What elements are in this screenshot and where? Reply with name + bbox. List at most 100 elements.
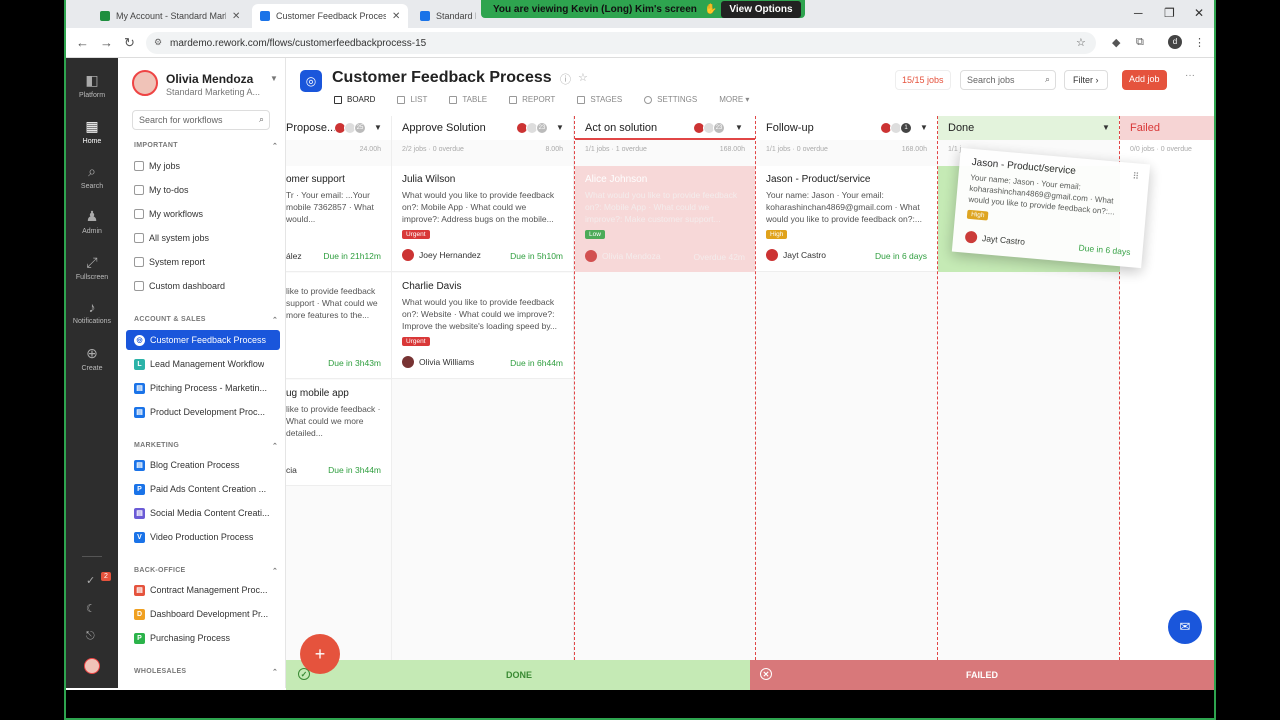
column-header[interactable]: Approve Solution 23 ▼ bbox=[392, 116, 573, 140]
chevron-down-icon[interactable]: ▼ bbox=[920, 123, 928, 132]
sidebar-item-social-media[interactable]: ▤ Social Media Content Creati... bbox=[134, 503, 280, 523]
chevron-down-icon[interactable]: ▼ bbox=[735, 123, 743, 132]
sidebar-item-custom-dashboard[interactable]: Custom dashboard bbox=[134, 276, 280, 296]
user-avatar[interactable] bbox=[84, 658, 100, 674]
column-header[interactable]: Act on solution 23 ▼ bbox=[575, 116, 755, 140]
user-name[interactable]: Olivia Mendoza bbox=[166, 72, 253, 86]
star-icon[interactable]: ☆ bbox=[578, 71, 588, 84]
sidebar-item-my-jobs[interactable]: My jobs bbox=[134, 156, 280, 176]
close-icon[interactable]: ✕ bbox=[232, 11, 240, 22]
site-info-icon[interactable]: ⚙ bbox=[154, 37, 162, 48]
section-marketing[interactable]: MARKETING ⌃ bbox=[134, 442, 278, 450]
minimize-icon[interactable]: ─ bbox=[1134, 6, 1143, 20]
search-jobs-input[interactable]: Search jobs ⌕ bbox=[960, 70, 1056, 90]
browser-tab[interactable]: Standard M bbox=[412, 4, 484, 28]
tab-more[interactable]: MORE ▾ bbox=[719, 95, 749, 104]
dashboard-icon bbox=[134, 281, 144, 291]
close-icon[interactable]: ✕ bbox=[392, 11, 400, 22]
user-avatar[interactable] bbox=[132, 70, 158, 96]
column-header[interactable]: Done ▼ bbox=[938, 116, 1119, 140]
board-column: Propose... 25 ▼ 24.00h omer support Tr ·… bbox=[286, 116, 392, 660]
chat-support-icon[interactable]: ✉ bbox=[1168, 610, 1202, 644]
chevron-down-icon[interactable]: ▼ bbox=[270, 74, 278, 83]
sidebar-item-lead-management[interactable]: L Lead Management Workflow bbox=[134, 354, 280, 374]
logout-icon[interactable]: ⎋ bbox=[86, 630, 95, 643]
column-header[interactable]: Failed bbox=[1120, 116, 1214, 140]
job-card[interactable]: Charlie Davis What would you like to pro… bbox=[392, 273, 573, 379]
job-card-drop-placeholder[interactable]: Alice Johnson What would you like to pro… bbox=[575, 166, 755, 272]
rail-search[interactable]: ⌕ Search bbox=[66, 163, 118, 190]
drag-handle-icon[interactable]: ⠿ bbox=[1132, 171, 1139, 183]
extensions-icon[interactable]: ⧉ bbox=[1136, 36, 1144, 49]
job-card[interactable]: Julia Wilson What would you like to prov… bbox=[392, 166, 573, 272]
view-options-button[interactable]: View Options bbox=[721, 0, 801, 18]
section-account-sales[interactable]: ACCOUNT & SALES ⌃ bbox=[134, 316, 278, 324]
tab-table[interactable]: TABLE bbox=[449, 95, 487, 104]
chevron-down-icon[interactable]: ▼ bbox=[1102, 123, 1110, 132]
add-job-button[interactable]: Add job bbox=[1122, 70, 1167, 90]
workflow-search-input[interactable]: Search for workflows ⌕ bbox=[132, 110, 270, 130]
sidebar-item-my-workflows[interactable]: My workflows bbox=[134, 204, 280, 224]
reload-icon[interactable]: ↻ bbox=[124, 35, 135, 51]
column-header[interactable]: Follow-up 1 ▼ bbox=[756, 116, 937, 140]
url-field[interactable]: ⚙ mardemo.rework.com/flows/customerfeedb… bbox=[146, 32, 1096, 54]
tab-list[interactable]: LIST bbox=[397, 95, 427, 104]
tab-report[interactable]: REPORT bbox=[509, 95, 555, 104]
profile-avatar[interactable]: d bbox=[1168, 35, 1182, 49]
job-card[interactable]: ug mobile app like to provide feedback ·… bbox=[286, 380, 391, 486]
sidebar-item-dashboard-development[interactable]: D Dashboard Development Pr... bbox=[134, 604, 280, 624]
rail-notifications[interactable]: ♪ Notifications bbox=[66, 299, 118, 325]
job-card[interactable]: Jason - Product/service Your name: Jason… bbox=[756, 166, 937, 272]
sidebar-item-system-report[interactable]: System report bbox=[134, 252, 280, 272]
todo-icon bbox=[134, 185, 144, 195]
more-options-icon[interactable]: ··· bbox=[1185, 70, 1195, 81]
sidebar-item-contract-management[interactable]: ▤ Contract Management Proc... bbox=[134, 580, 280, 600]
section-back-office[interactable]: BACK-OFFICE ⌃ bbox=[134, 567, 278, 575]
rail-fullscreen[interactable]: ⤢ Fullscreen bbox=[66, 254, 118, 281]
rail-create[interactable]: ⊕ Create bbox=[66, 345, 118, 372]
filter-button[interactable]: Filter › bbox=[1064, 70, 1108, 90]
rail-platform[interactable]: ◧ Platform bbox=[66, 72, 118, 99]
search-placeholder: Search for workflows bbox=[139, 115, 223, 125]
tab-label: MORE bbox=[719, 95, 744, 104]
failed-drop-zone[interactable]: ✕ FAILED bbox=[750, 660, 1214, 690]
chevron-down-icon[interactable]: ▼ bbox=[556, 123, 564, 132]
dragged-job-card[interactable]: Jason - Product/service Your name: Jason… bbox=[951, 147, 1151, 269]
moon-icon[interactable]: ☾ bbox=[86, 602, 96, 615]
create-job-fab[interactable]: + bbox=[300, 634, 340, 674]
restore-icon[interactable]: ❐ bbox=[1164, 6, 1175, 20]
sidebar-item-customer-feedback[interactable]: ◎ Customer Feedback Process bbox=[126, 330, 280, 350]
browser-tab-active[interactable]: Customer Feedback Process - V ✕ bbox=[252, 4, 409, 28]
sidebar-item-blog-creation[interactable]: ▤ Blog Creation Process bbox=[134, 455, 280, 475]
sidebar-item-paid-ads[interactable]: P Paid Ads Content Creation ... bbox=[134, 479, 280, 499]
section-wholesales[interactable]: WHOLESALES ⌃ bbox=[134, 668, 278, 676]
column-header[interactable]: Propose... 25 ▼ bbox=[286, 116, 391, 140]
sidebar-item-my-todos[interactable]: My to-dos bbox=[134, 180, 280, 200]
window-close-icon[interactable]: ✕ bbox=[1194, 6, 1204, 20]
forward-icon[interactable]: → bbox=[100, 35, 113, 50]
browser-tab[interactable]: My Account - Standard Marketi ✕ bbox=[92, 4, 248, 28]
extension-pin-icon[interactable]: ◆ bbox=[1112, 36, 1120, 49]
sidebar-item-video-production[interactable]: V Video Production Process bbox=[134, 527, 280, 547]
rail-home[interactable]: ▦ Home bbox=[66, 118, 118, 145]
info-icon[interactable]: ⓘ bbox=[560, 71, 571, 87]
tab-board[interactable]: BOARD bbox=[334, 95, 375, 104]
rail-label: Search bbox=[80, 183, 104, 190]
browser-menu-icon[interactable]: ⋮ bbox=[1194, 36, 1205, 49]
done-drop-zone[interactable]: ✓ DONE bbox=[286, 660, 750, 690]
sidebar-item-product-development[interactable]: ▤ Product Development Proc... bbox=[134, 402, 280, 422]
tab-stages[interactable]: STAGES bbox=[577, 95, 622, 104]
job-card[interactable]: omer support Tr · Your email: ...Your mo… bbox=[286, 166, 391, 272]
sidebar-item-pitching-process[interactable]: ▤ Pitching Process - Marketin... bbox=[134, 378, 280, 398]
chevron-down-icon[interactable]: ▼ bbox=[374, 123, 382, 132]
todo-check-icon[interactable]: ✓ bbox=[86, 574, 95, 587]
tab-settings[interactable]: SETTINGS bbox=[644, 95, 697, 104]
job-card[interactable]: like to provide feedback support · What … bbox=[286, 273, 391, 379]
sidebar-item-all-system-jobs[interactable]: All system jobs bbox=[134, 228, 280, 248]
sidebar-item-label: Customer Feedback Process bbox=[150, 335, 267, 345]
rail-admin[interactable]: ♟ Admin bbox=[66, 208, 118, 235]
sidebar-item-purchasing[interactable]: P Purchasing Process bbox=[134, 628, 280, 648]
back-icon[interactable]: ← bbox=[76, 35, 89, 50]
bookmark-star-icon[interactable]: ☆ bbox=[1076, 36, 1086, 49]
section-important[interactable]: IMPORTANT ⌃ bbox=[134, 142, 278, 150]
